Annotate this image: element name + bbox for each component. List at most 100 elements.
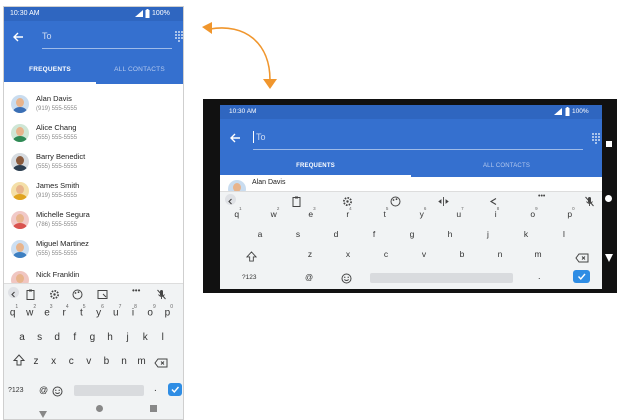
share-icon[interactable] <box>488 194 499 205</box>
tab-frequents[interactable]: FREQUENTS <box>4 54 96 84</box>
nav-home-icon[interactable] <box>605 195 612 202</box>
period-key[interactable]: . <box>538 271 541 281</box>
contact-item[interactable]: Alice Chang (555) 555-5555 <box>4 119 183 148</box>
backspace-key[interactable] <box>575 250 589 263</box>
key-m[interactable]: m <box>136 356 148 367</box>
recipient-field[interactable]: To <box>42 26 172 49</box>
key-v[interactable]: v <box>418 249 430 259</box>
at-key[interactable]: @ <box>305 273 313 282</box>
screenshot-icon[interactable] <box>97 287 108 299</box>
key-q[interactable]: q1 <box>8 304 20 318</box>
shift-key[interactable] <box>245 249 258 262</box>
key-g[interactable]: g <box>86 332 98 343</box>
space-bar[interactable] <box>370 273 513 283</box>
period-key[interactable]: . <box>154 383 157 394</box>
key-k[interactable]: k <box>520 229 532 239</box>
more-options-icon[interactable]: ••• <box>538 193 545 200</box>
key-y[interactable]: y6 <box>417 206 429 219</box>
dialpad-icon[interactable] <box>592 131 601 144</box>
key-b[interactable]: b <box>456 249 468 259</box>
key-r[interactable]: r4 <box>60 304 72 318</box>
nav-recents-icon[interactable] <box>606 141 612 147</box>
enter-key[interactable] <box>573 270 590 283</box>
tab-all-contacts[interactable]: ALL CONTACTS <box>96 54 183 84</box>
mic-off-icon[interactable] <box>584 194 595 207</box>
contact-item[interactable]: Alan Davis <box>220 177 602 191</box>
at-key[interactable]: @ <box>39 385 48 395</box>
theme-palette-icon[interactable] <box>72 287 83 300</box>
key-z[interactable]: z <box>304 249 316 259</box>
symbols-key[interactable]: ?123 <box>8 387 24 394</box>
key-t[interactable]: t5 <box>380 206 392 219</box>
enter-key[interactable] <box>168 383 182 396</box>
clipboard-icon[interactable] <box>26 287 36 300</box>
settings-icon[interactable] <box>49 287 60 299</box>
key-i[interactable]: i8 <box>128 304 140 318</box>
contact-item[interactable]: Michelle Segura (786) 555-5555 <box>4 206 183 235</box>
key-q[interactable]: q1 <box>232 206 244 219</box>
contact-item[interactable]: Alan Davis (919) 555-5555 <box>4 90 183 119</box>
key-c[interactable]: c <box>380 249 392 259</box>
key-x[interactable]: x <box>48 356 60 367</box>
key-l[interactable]: l <box>157 332 169 343</box>
contact-item[interactable]: Miguel Martinez (555) 555-5555 <box>4 235 183 264</box>
tab-frequents[interactable]: FREQUENTS <box>220 155 411 177</box>
key-n[interactable]: n <box>118 356 130 367</box>
key-u[interactable]: u7 <box>111 304 123 318</box>
symbols-key[interactable]: ?123 <box>242 274 256 281</box>
key-v[interactable]: v <box>83 356 95 367</box>
key-p[interactable]: p0 <box>565 206 577 219</box>
contact-item[interactable]: James Smith (919) 555-5555 <box>4 177 183 206</box>
key-k[interactable]: k <box>139 332 151 343</box>
key-d[interactable]: d <box>330 229 342 239</box>
more-options-icon[interactable]: ••• <box>132 286 140 295</box>
mic-off-icon[interactable] <box>156 287 167 300</box>
key-j[interactable]: j <box>482 229 494 239</box>
key-w[interactable]: w2 <box>25 304 37 318</box>
key-g[interactable]: g <box>406 229 418 239</box>
key-u[interactable]: u7 <box>454 206 466 219</box>
contact-item[interactable]: Barry Benedict (555) 555-5555 <box>4 148 183 177</box>
cursor-control-icon[interactable] <box>438 194 449 206</box>
key-h[interactable]: h <box>444 229 456 239</box>
key-o[interactable]: o9 <box>146 304 158 318</box>
key-s[interactable]: s <box>34 332 46 343</box>
back-arrow-icon[interactable] <box>12 30 24 42</box>
key-w[interactable]: w2 <box>269 206 281 219</box>
key-o[interactable]: o9 <box>528 206 540 219</box>
key-h[interactable]: h <box>104 332 116 343</box>
space-bar[interactable] <box>74 385 144 396</box>
key-c[interactable]: c <box>65 356 77 367</box>
key-j[interactable]: j <box>122 332 134 343</box>
key-e[interactable]: e3 <box>306 206 318 219</box>
key-p[interactable]: p0 <box>163 304 175 318</box>
key-z[interactable]: z <box>30 356 42 367</box>
nav-recents-icon[interactable] <box>150 405 157 412</box>
back-arrow-icon[interactable] <box>229 131 241 143</box>
key-r[interactable]: r4 <box>343 206 355 219</box>
key-f[interactable]: f <box>69 332 81 343</box>
key-d[interactable]: d <box>51 332 63 343</box>
nav-home-icon[interactable] <box>96 405 103 412</box>
key-s[interactable]: s <box>292 229 304 239</box>
collapse-toolbar-icon[interactable] <box>225 194 236 205</box>
key-a[interactable]: a <box>254 229 266 239</box>
key-a[interactable]: a <box>16 332 28 343</box>
key-m[interactable]: m <box>532 249 544 259</box>
key-i[interactable]: i8 <box>491 206 503 219</box>
key-l[interactable]: l <box>558 229 570 239</box>
emoji-key[interactable] <box>341 271 353 284</box>
settings-icon[interactable] <box>342 194 353 206</box>
key-y[interactable]: y6 <box>94 304 106 318</box>
collapse-toolbar-icon[interactable] <box>8 287 19 298</box>
tab-all-contacts[interactable]: ALL CONTACTS <box>411 155 602 177</box>
backspace-key[interactable] <box>154 355 172 369</box>
theme-palette-icon[interactable] <box>390 194 401 207</box>
dialpad-icon[interactable] <box>175 29 183 42</box>
key-e[interactable]: e3 <box>42 304 54 318</box>
clipboard-icon[interactable] <box>292 194 302 207</box>
key-f[interactable]: f <box>368 229 380 239</box>
key-n[interactable]: n <box>494 249 506 259</box>
emoji-key[interactable] <box>52 384 64 397</box>
key-b[interactable]: b <box>100 356 112 367</box>
